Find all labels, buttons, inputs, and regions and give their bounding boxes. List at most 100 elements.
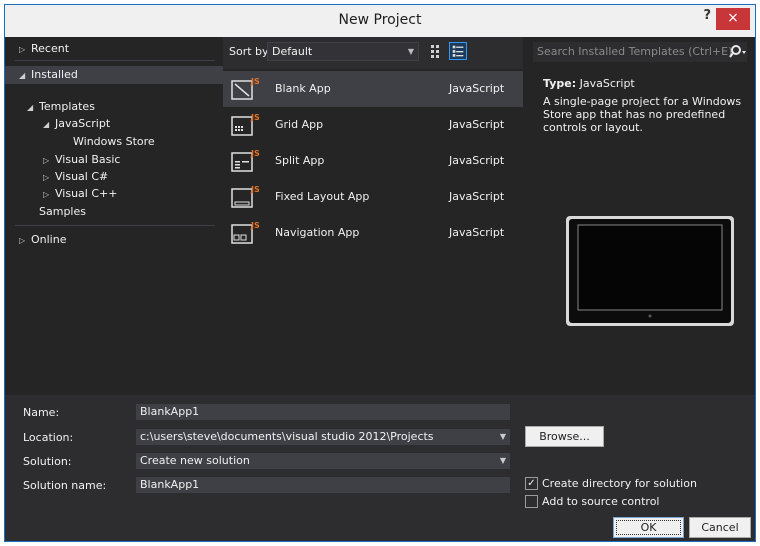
tree-item-templates[interactable]: ◢ Templates xyxy=(27,98,95,116)
svg-text:JS: JS xyxy=(250,77,260,86)
svg-text:JS: JS xyxy=(250,185,260,194)
svg-text:JS: JS xyxy=(250,221,260,230)
dropdown-arrow-icon: ▼ xyxy=(499,456,506,465)
create-directory-option[interactable]: ✓ Create directory for solution xyxy=(525,476,697,493)
split-app-icon: JS xyxy=(231,149,260,172)
location-combobox[interactable]: c:\users\steve\documents\visual studio 2… xyxy=(136,429,510,445)
solution-name-field[interactable]: BlankApp1 xyxy=(136,477,510,493)
tree-item-javascript[interactable]: ◢ JavaScript xyxy=(43,115,110,133)
template-row-blank-app[interactable]: JS Blank App JavaScript xyxy=(223,71,523,107)
template-description: A single-page project for a Windows Stor… xyxy=(543,95,742,134)
new-project-dialog: New Project ? × ▷ Recent ◢ Installed ◢ Temp… xyxy=(4,4,756,542)
grid-app-icon: JS xyxy=(231,113,260,136)
tree-item-label: Installed xyxy=(31,68,78,81)
add-source-control-option[interactable]: Add to source control xyxy=(525,494,660,511)
template-name: Navigation App xyxy=(275,226,360,239)
solution-name-value: BlankApp1 xyxy=(140,478,200,491)
fixed-layout-app-icon: JS xyxy=(231,185,260,208)
small-icons-view-icon[interactable] xyxy=(429,44,443,58)
name-field[interactable]: BlankApp1 xyxy=(136,404,510,420)
tree-item-visual-basic[interactable]: ▷ Visual Basic xyxy=(43,151,120,169)
template-row-split-app[interactable]: JS Split App JavaScript xyxy=(223,143,523,179)
search-icon[interactable] xyxy=(725,42,747,62)
blank-app-icon: JS xyxy=(231,77,260,100)
location-value: c:\users\steve\documents\visual studio 2… xyxy=(140,430,434,443)
template-name: Split App xyxy=(275,154,325,167)
list-view-icon[interactable] xyxy=(449,42,467,60)
expand-arrow-icon: ▷ xyxy=(19,236,26,245)
collapse-arrow-icon: ◢ xyxy=(43,120,50,129)
tree-item-windows-store[interactable]: Windows Store xyxy=(73,133,155,151)
tree-item-recent[interactable]: ▷ Recent xyxy=(19,40,69,58)
tree-item-label: Visual C# xyxy=(55,170,109,183)
tree-item-label: Templates xyxy=(39,100,95,113)
solution-dropdown[interactable]: Create new solution ▼ xyxy=(136,453,510,469)
tree-item-label: Visual C++ xyxy=(55,187,118,200)
dialog-title: New Project xyxy=(338,12,422,28)
svg-text:JS: JS xyxy=(250,149,260,158)
separator xyxy=(15,60,215,61)
template-language: JavaScript xyxy=(449,118,505,131)
template-language: JavaScript xyxy=(449,82,505,95)
close-button[interactable]: × xyxy=(716,8,750,30)
collapse-arrow-icon: ◢ xyxy=(19,71,26,80)
tree-item-label: Samples xyxy=(39,205,86,218)
tree-item-samples[interactable]: Samples xyxy=(39,203,86,221)
solution-name-label: Solution name: xyxy=(23,479,107,492)
focus-rectangle xyxy=(616,520,681,535)
template-tree: ▷ Recent ◢ Installed ◢ Templates ◢ JavaScrip… xyxy=(5,37,223,395)
expand-arrow-icon: ▷ xyxy=(19,45,26,54)
template-language: JavaScript xyxy=(449,190,505,203)
template-language: JavaScript xyxy=(449,154,505,167)
template-row-grid-app[interactable]: JS Grid App JavaScript xyxy=(223,107,523,143)
expand-arrow-icon: ▷ xyxy=(43,190,50,199)
template-name: Fixed Layout App xyxy=(275,190,370,203)
template-row-navigation-app[interactable]: JS Navigation App JavaScript xyxy=(223,215,523,251)
separator xyxy=(15,225,215,226)
tree-item-visual-csharp[interactable]: ▷ Visual C# xyxy=(43,168,108,186)
navigation-app-icon: JS xyxy=(231,221,260,244)
template-row-fixed-layout-app[interactable]: JS Fixed Layout App JavaScript xyxy=(223,179,523,215)
sort-by-dropdown[interactable]: Default ▼ xyxy=(267,42,419,61)
tree-item-label: Windows Store xyxy=(73,135,155,148)
solution-value: Create new solution xyxy=(140,454,250,467)
svg-text:JS: JS xyxy=(250,113,260,122)
search-templates-input[interactable]: Search Installed Templates (Ctrl+E) xyxy=(533,42,747,62)
tree-item-installed[interactable]: ◢ Installed xyxy=(5,66,223,84)
tablet-preview-image xyxy=(566,216,734,326)
type-label: Type: xyxy=(543,77,577,90)
add-source-control-checkbox[interactable] xyxy=(525,494,538,508)
tree-item-label: Online xyxy=(31,233,67,246)
collapse-arrow-icon: ◢ xyxy=(27,103,34,112)
template-name: Grid App xyxy=(275,118,324,131)
location-label: Location: xyxy=(23,431,74,444)
dropdown-arrow-icon: ▼ xyxy=(499,432,506,441)
solution-label: Solution: xyxy=(23,455,72,468)
tree-item-label: Recent xyxy=(31,42,70,55)
help-button[interactable]: ? xyxy=(703,8,711,23)
template-name: Blank App xyxy=(275,82,331,95)
template-language: JavaScript xyxy=(449,226,505,239)
tree-item-label: Visual Basic xyxy=(55,153,121,166)
cancel-button[interactable]: Cancel xyxy=(689,517,751,538)
ok-button[interactable]: OK xyxy=(613,517,684,538)
search-placeholder: Search Installed Templates (Ctrl+E) xyxy=(537,45,733,58)
sort-by-label: Sort by: xyxy=(229,45,272,58)
create-directory-checkbox[interactable]: ✓ xyxy=(525,476,538,490)
template-list: JS Blank App JavaScript JS Grid App Java… xyxy=(223,69,523,395)
browse-button[interactable]: Browse... xyxy=(525,426,604,447)
create-directory-label: Create directory for solution xyxy=(542,477,697,490)
details-pane: Search Installed Templates (Ctrl+E) Type… xyxy=(523,37,755,395)
add-source-control-label: Add to source control xyxy=(542,495,660,508)
tree-item-label: JavaScript xyxy=(55,117,111,130)
template-type: Type: JavaScript xyxy=(543,77,635,90)
name-value: BlankApp1 xyxy=(140,405,200,418)
tree-item-visual-cpp[interactable]: ▷ Visual C++ xyxy=(43,185,117,203)
name-label: Name: xyxy=(23,406,60,419)
list-toolbar: Sort by: Default ▼ xyxy=(223,37,523,65)
template-list-pane: Sort by: Default ▼ JS Blank App JavaScri… xyxy=(223,37,523,395)
title-bar: New Project ? × xyxy=(5,5,755,37)
type-value: JavaScript xyxy=(579,77,635,90)
sort-by-value: Default xyxy=(272,45,313,58)
tree-item-online[interactable]: ▷ Online xyxy=(19,231,66,249)
